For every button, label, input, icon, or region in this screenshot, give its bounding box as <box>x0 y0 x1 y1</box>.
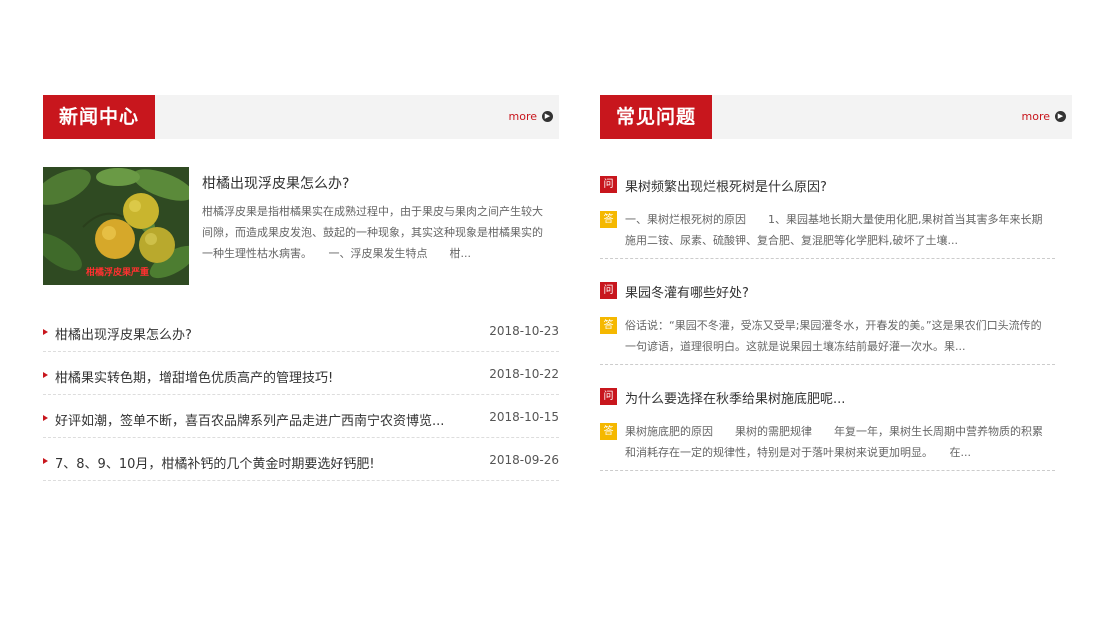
arrow-right-icon: ▶ <box>1055 111 1066 122</box>
faq-divider <box>600 258 1055 259</box>
news-item-date: 2018-10-22 <box>489 367 559 381</box>
news-panel: 新闻中心 more ▶ 柑橘浮皮果严重 柑橘出现浮皮果怎么办? 柑橘浮皮果是指柑… <box>43 95 559 481</box>
news-item-title[interactable]: 7、8、9、10月，柑橘补钙的几个黄金时期要选好钙肥! <box>55 453 475 472</box>
news-item-date: 2018-10-23 <box>489 324 559 338</box>
question-badge: 问 <box>600 282 617 299</box>
faq-question[interactable]: 为什么要选择在秋季给果树施底肥呢... <box>625 388 845 407</box>
faq-more-link[interactable]: more ▶ <box>1021 110 1066 123</box>
faq-header: 常见问题 more ▶ <box>600 95 1072 139</box>
answer-badge: 答 <box>600 423 617 440</box>
faq-item: 问 果园冬灌有哪些好处? 答 俗话说：“果园不冬灌，受冻又受旱;果园灌冬水，开春… <box>600 282 1072 388</box>
news-list-item[interactable]: 好评如潮，签单不断，喜百农品牌系列产品走进广西南宁农资博览... 2018-10… <box>43 395 559 438</box>
faq-answer: 一、果树烂根死树的原因 1、果园基地长期大量使用化肥,果树首当其害多年来长期施用… <box>625 213 1043 247</box>
news-more-label: more <box>508 110 538 123</box>
faq-divider <box>600 470 1055 471</box>
bullet-triangle-icon <box>43 329 48 335</box>
featured-news: 柑橘浮皮果严重 柑橘出现浮皮果怎么办? 柑橘浮皮果是指柑橘果实在成熟过程中，由于… <box>43 167 559 287</box>
answer-badge: 答 <box>600 317 617 334</box>
faq-answer: 俗话说：“果园不冬灌，受冻又受旱;果园灌冬水，开春发的美。”这是果农们口头流传的… <box>625 319 1042 353</box>
news-list-item[interactable]: 柑橘果实转色期，增甜增色优质高产的管理技巧! 2018-10-22 <box>43 352 559 395</box>
news-list-item[interactable]: 7、8、9、10月，柑橘补钙的几个黄金时期要选好钙肥! 2018-09-26 <box>43 438 559 481</box>
news-header: 新闻中心 more ▶ <box>43 95 559 139</box>
featured-news-title[interactable]: 柑橘出现浮皮果怎么办? <box>202 173 349 193</box>
bullet-triangle-icon <box>43 372 48 378</box>
faq-divider <box>600 364 1055 365</box>
faq-question[interactable]: 果树频繁出现烂根死树是什么原因? <box>625 176 827 195</box>
featured-news-image[interactable]: 柑橘浮皮果严重 <box>43 167 189 285</box>
news-list-item[interactable]: 柑橘出现浮皮果怎么办? 2018-10-23 <box>43 318 559 352</box>
news-section-title: 新闻中心 <box>43 95 156 139</box>
news-item-date: 2018-10-15 <box>489 410 559 424</box>
faq-panel: 常见问题 more ▶ 问 果树频繁出现烂根死树是什么原因? 答 一、果树烂根死… <box>600 95 1072 494</box>
faq-more-label: more <box>1021 110 1051 123</box>
arrow-right-icon: ▶ <box>542 111 553 122</box>
news-item-title[interactable]: 好评如潮，签单不断，喜百农品牌系列产品走进广西南宁农资博览... <box>55 410 475 429</box>
featured-news-summary: 柑橘浮皮果是指柑橘果实在成熟过程中，由于果皮与果肉之间产生较大间隙，而造成果皮发… <box>202 205 543 260</box>
news-item-title[interactable]: 柑橘果实转色期，增甜增色优质高产的管理技巧! <box>55 367 475 386</box>
faq-answer: 果树施底肥的原因 果树的需肥规律 年复一年，果树生长周期中营养物质的积累和消耗存… <box>625 425 1043 459</box>
faq-item: 问 为什么要选择在秋季给果树施底肥呢... 答 果树施底肥的原因 果树的需肥规律… <box>600 388 1072 494</box>
faq-section-title: 常见问题 <box>600 95 713 139</box>
faq-question[interactable]: 果园冬灌有哪些好处? <box>625 282 749 301</box>
question-badge: 问 <box>600 176 617 193</box>
faq-list: 问 果树频繁出现烂根死树是什么原因? 答 一、果树烂根死树的原因 1、果园基地长… <box>600 176 1072 494</box>
faq-item: 问 果树频繁出现烂根死树是什么原因? 答 一、果树烂根死树的原因 1、果园基地长… <box>600 176 1072 282</box>
question-badge: 问 <box>600 388 617 405</box>
news-item-date: 2018-09-26 <box>489 453 559 467</box>
news-list: 柑橘出现浮皮果怎么办? 2018-10-23 柑橘果实转色期，增甜增色优质高产的… <box>43 318 559 481</box>
featured-image-caption: 柑橘浮皮果严重 <box>86 268 150 278</box>
bullet-triangle-icon <box>43 415 48 421</box>
news-item-title[interactable]: 柑橘出现浮皮果怎么办? <box>55 324 475 343</box>
news-more-link[interactable]: more ▶ <box>508 110 553 123</box>
answer-badge: 答 <box>600 211 617 228</box>
bullet-triangle-icon <box>43 458 48 464</box>
